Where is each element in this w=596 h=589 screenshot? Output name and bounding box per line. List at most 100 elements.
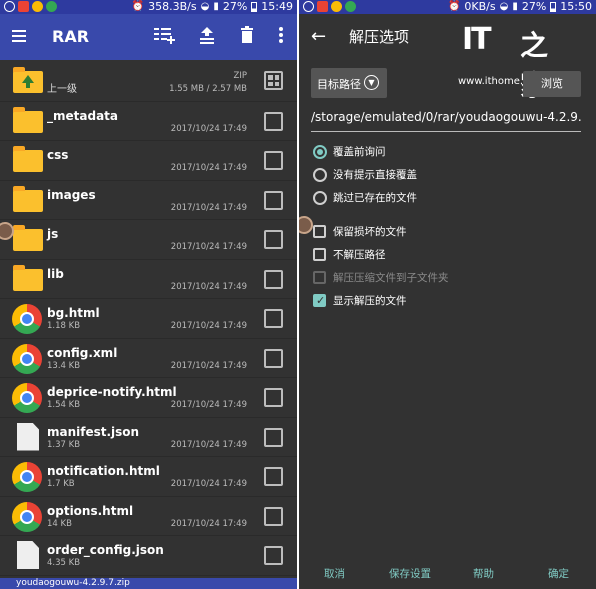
- list-item-parent[interactable]: 上一级 ZIP 1.55 MB / 2.57 MB: [0, 62, 297, 102]
- file-size: 1.37 KB: [47, 439, 81, 450]
- app-notification-icon: [317, 1, 328, 12]
- list-item[interactable]: order_config.json 4.35 KB: [0, 536, 297, 576]
- archive-name-bar: youdaogouwu-4.2.9.7.zip: [0, 578, 297, 589]
- select-checkbox[interactable]: [264, 546, 283, 565]
- file-date: 2017/10/24 17:49: [170, 242, 247, 252]
- select-checkbox[interactable]: [264, 111, 283, 131]
- list-item[interactable]: js 2017/10/24 17:49: [0, 220, 297, 260]
- ok-button[interactable]: 确定: [548, 566, 569, 581]
- dialog-title: 解压选项: [349, 28, 410, 46]
- battery-icon: [550, 2, 557, 12]
- wifi-icon: ◒: [200, 1, 210, 12]
- alarm-icon: ⏰: [447, 1, 461, 12]
- file-name: deprice-notify.html: [47, 385, 177, 399]
- app-notification-icon-2: [345, 1, 356, 12]
- file-date: 2017/10/24 17:49: [170, 360, 247, 371]
- file-name: notification.html: [47, 464, 160, 478]
- folder-icon: [13, 264, 43, 291]
- checkbox-disabled: [313, 271, 326, 284]
- network-speed: 358.3B/s: [148, 0, 197, 13]
- app-notification-icon-2: [46, 1, 57, 12]
- app-notification-icon: [18, 1, 29, 12]
- file-name: config.xml: [47, 345, 118, 360]
- select-checkbox[interactable]: [264, 388, 283, 407]
- list-item[interactable]: options.html 14 KB 2017/10/24 17:49: [0, 497, 297, 536]
- destination-path-input[interactable]: /storage/emulated/0/rar/youdaogouwu-4.2.…: [311, 110, 581, 132]
- folder-icon: [13, 185, 43, 212]
- chrome-file-icon: [12, 343, 42, 374]
- file-name: bg.html: [47, 306, 100, 320]
- list-item[interactable]: notification.html 1.7 KB 2017/10/24 17:4…: [0, 457, 297, 497]
- chrome-notification-icon: [32, 1, 43, 12]
- list-item[interactable]: _metadata 2017/10/24 17:49: [0, 102, 297, 141]
- archive-type: ZIP: [233, 71, 247, 81]
- list-item[interactable]: manifest.json 1.37 KB 2017/10/24 17:49: [0, 418, 297, 457]
- save-settings-button[interactable]: 保存设置: [389, 566, 431, 581]
- file-name: options.html: [47, 503, 134, 518]
- select-checkbox[interactable]: [264, 348, 283, 368]
- document-file-icon: [17, 422, 39, 451]
- extract-icon[interactable]: [196, 26, 218, 48]
- list-item[interactable]: lib 2017/10/24 17:49: [0, 260, 297, 299]
- select-checkbox[interactable]: [264, 190, 283, 210]
- more-options-icon[interactable]: [270, 26, 292, 48]
- folder-icon: [13, 106, 43, 133]
- select-checkbox[interactable]: [264, 309, 283, 328]
- select-all-icon[interactable]: [264, 71, 283, 90]
- select-checkbox[interactable]: [264, 506, 283, 526]
- list-item[interactable]: images 2017/10/24 17:49: [0, 181, 297, 220]
- battery-percent: 27%: [521, 0, 547, 13]
- battery-percent: 27%: [222, 0, 248, 13]
- usb-icon: [4, 1, 15, 12]
- radio-button[interactable]: [313, 168, 327, 182]
- select-checkbox[interactable]: [264, 269, 283, 289]
- list-item[interactable]: bg.html 1.18 KB 2017/10/24 17:49: [0, 299, 297, 339]
- target-path-button[interactable]: 目标路径 ▼: [311, 68, 387, 98]
- checkbox[interactable]: [313, 225, 326, 238]
- select-checkbox[interactable]: [264, 427, 283, 447]
- browse-button[interactable]: 浏览: [523, 71, 581, 97]
- radio-button[interactable]: [313, 191, 327, 205]
- clock: 15:49: [261, 0, 293, 13]
- file-name: _metadata: [47, 108, 118, 123]
- chrome-file-icon: [12, 304, 42, 334]
- list-item[interactable]: deprice-notify.html 1.54 KB 2017/10/24 1…: [0, 378, 297, 418]
- select-checkbox[interactable]: [264, 230, 283, 249]
- help-button[interactable]: 帮助: [473, 566, 494, 581]
- radio-button[interactable]: [313, 145, 327, 159]
- wifi-icon: ◒: [499, 1, 509, 12]
- list-item[interactable]: css 2017/10/24 17:49: [0, 141, 297, 181]
- file-size: 1.18 KB: [47, 321, 81, 331]
- signal-icon: ▮: [213, 1, 219, 12]
- list-item[interactable]: config.xml 13.4 KB 2017/10/24 17:49: [0, 339, 297, 378]
- file-name: order_config.json: [47, 543, 164, 557]
- back-arrow-icon[interactable]: ←: [311, 26, 326, 47]
- file-size: 13.4 KB: [47, 360, 81, 371]
- folder-icon: [13, 225, 43, 251]
- delete-icon[interactable]: [236, 26, 258, 48]
- signal-icon: ▮: [512, 1, 518, 12]
- cancel-button[interactable]: 取消: [324, 566, 345, 581]
- add-to-archive-icon[interactable]: [154, 26, 176, 48]
- file-date: 2017/10/24 17:49: [170, 400, 247, 410]
- up-folder-icon: [13, 67, 43, 93]
- file-name: images: [47, 187, 96, 202]
- chrome-file-icon: [12, 501, 42, 532]
- select-checkbox[interactable]: [264, 151, 283, 170]
- usb-icon: [303, 1, 314, 12]
- app-toolbar: RAR: [0, 14, 297, 60]
- folder-icon: [13, 146, 43, 172]
- file-date: 2017/10/24 17:49: [170, 518, 247, 529]
- menu-icon[interactable]: [12, 30, 26, 42]
- checkbox-checked[interactable]: [313, 293, 326, 309]
- file-name: js: [47, 227, 59, 241]
- checkbox[interactable]: [313, 248, 326, 261]
- file-date: 2017/10/24 17:49: [170, 281, 247, 292]
- chrome-file-icon: [12, 383, 42, 413]
- select-checkbox[interactable]: [264, 467, 283, 486]
- floating-avatar-icon[interactable]: [299, 216, 313, 234]
- file-size: 4.35 KB: [47, 558, 81, 568]
- battery-icon: [251, 2, 258, 12]
- network-speed: 0KB/s: [464, 0, 496, 13]
- status-bar: ⏰ 0KB/s ◒ ▮ 27% 15:50: [299, 0, 596, 14]
